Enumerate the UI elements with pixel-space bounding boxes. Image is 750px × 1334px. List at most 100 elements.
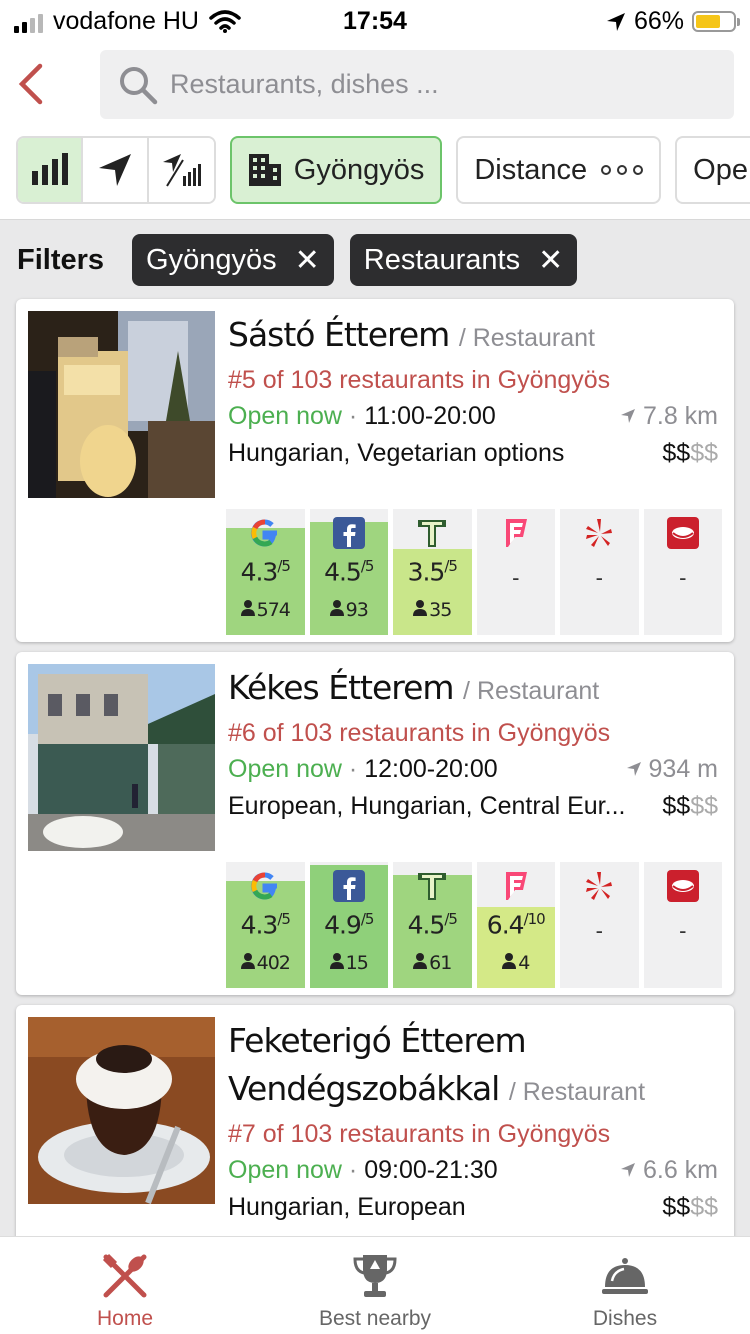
facebook-icon bbox=[332, 870, 365, 902]
rating-cell[interactable]: - bbox=[476, 509, 555, 635]
trophy-icon bbox=[353, 1255, 397, 1297]
rating-cell[interactable]: - bbox=[643, 862, 722, 988]
rating-score: 3.5/5 bbox=[407, 557, 458, 587]
restaurant-photo bbox=[28, 664, 215, 851]
facebook-icon bbox=[332, 517, 365, 549]
rating-score: 4.5/5 bbox=[324, 557, 374, 587]
cuisine: European, Hungarian, Central Eur... bbox=[228, 792, 626, 820]
rating-cell[interactable]: - bbox=[560, 862, 639, 988]
view-mode-segment bbox=[16, 136, 216, 204]
hours-range: 11:00-20:00 bbox=[364, 402, 496, 430]
restaurant-name: Kékes Étterem bbox=[228, 668, 455, 707]
fork-knife-icon bbox=[102, 1253, 147, 1298]
restaurant-rank: #5 of 103 restaurants in Gyöngyös bbox=[228, 366, 611, 394]
back-button[interactable] bbox=[14, 62, 54, 106]
tripadvisor-icon bbox=[416, 870, 448, 902]
restaurant-type: / Restaurant bbox=[463, 677, 600, 705]
rating-cell[interactable]: 3.5/5 35 bbox=[393, 509, 472, 635]
google-icon bbox=[249, 517, 281, 549]
filter-tag-label: Restaurants bbox=[363, 243, 521, 276]
rating-cell[interactable]: 4.9/5 15 bbox=[309, 862, 388, 988]
restaurant-card[interactable]: Sástó Étterem / Restaurant #5 of 103 res… bbox=[16, 299, 734, 642]
rating-cell[interactable]: 4.3/5 402 bbox=[226, 862, 305, 988]
restaurant-type: / Restaurant bbox=[508, 1078, 646, 1106]
filters-label: Filters bbox=[17, 243, 105, 276]
rating-score: 4.5/5 bbox=[407, 910, 458, 940]
location-arrow-icon bbox=[621, 409, 636, 423]
review-count: 93 bbox=[310, 599, 389, 621]
restaurant-name-line2: Vendégszobákkal bbox=[228, 1069, 500, 1108]
cloche-icon bbox=[602, 1258, 648, 1294]
location-arrow-icon bbox=[621, 1163, 636, 1177]
rating-score: 4.9/5 bbox=[324, 910, 374, 940]
city-chip[interactable]: Gyöngyös bbox=[229, 136, 443, 204]
opening-hours: Open now · 11:00-20:00 7.8 km bbox=[228, 402, 718, 430]
price-level: $$$$ bbox=[662, 439, 718, 467]
rating-empty: - bbox=[679, 918, 687, 943]
filter-tag[interactable]: Gyöngyös ✕ bbox=[132, 234, 334, 286]
restaurant-card[interactable]: Kékes Étterem / Restaurant #6 of 103 res… bbox=[16, 652, 734, 995]
sort-chip-label: Distance bbox=[474, 153, 588, 186]
close-icon[interactable]: ✕ bbox=[295, 243, 320, 278]
rating-cell[interactable]: 4.3/5 574 bbox=[226, 509, 305, 635]
opening-hours: Open now · 09:00-21:30 6.6 km bbox=[228, 1156, 718, 1184]
sort-chip[interactable]: Distance bbox=[456, 136, 662, 204]
tab-dishes[interactable]: Dishes bbox=[500, 1237, 750, 1334]
yelp-icon bbox=[583, 870, 615, 902]
review-count: 402 bbox=[226, 952, 305, 974]
open-chip-label: Ope bbox=[693, 153, 748, 186]
close-icon[interactable]: ✕ bbox=[538, 243, 563, 278]
building-icon bbox=[248, 154, 281, 186]
combined-view-button[interactable] bbox=[148, 138, 214, 202]
bars-icon bbox=[31, 153, 68, 185]
rating-cell[interactable]: - bbox=[643, 509, 722, 635]
zomato-icon bbox=[666, 517, 699, 549]
more-options-icon bbox=[601, 165, 644, 175]
distance: 6.6 km bbox=[642, 1156, 718, 1184]
rating-empty: - bbox=[595, 918, 603, 943]
person-icon bbox=[502, 953, 517, 969]
person-icon bbox=[413, 953, 428, 969]
tab-best-nearby[interactable]: Best nearby bbox=[250, 1237, 500, 1334]
zomato-icon bbox=[666, 870, 699, 902]
top-navigation: Restaurants, dishes ... Gyöngyös Distanc… bbox=[0, 42, 750, 220]
restaurant-rank: #7 of 103 restaurants in Gyöngyös bbox=[228, 1120, 611, 1148]
status-bar: vodafone HU 17:54 66% bbox=[0, 0, 750, 42]
cuisine: Hungarian, European bbox=[228, 1193, 466, 1221]
open-chip[interactable]: Ope bbox=[675, 136, 750, 204]
battery-icon bbox=[692, 11, 740, 32]
rating-score: 6.4/10 bbox=[486, 910, 546, 940]
open-status: Open now bbox=[228, 755, 342, 783]
review-count: 61 bbox=[393, 952, 472, 974]
distance: 7.8 km bbox=[642, 402, 718, 430]
restaurant-photo bbox=[28, 1017, 215, 1204]
review-count: 574 bbox=[226, 599, 305, 621]
hours-range: 09:00-21:30 bbox=[364, 1156, 498, 1184]
foursquare-icon bbox=[500, 870, 532, 902]
city-chip-label: Gyöngyös bbox=[293, 153, 425, 186]
rating-cell[interactable]: - bbox=[560, 509, 639, 635]
chevron-left-icon bbox=[18, 63, 43, 105]
location-arrow-icon bbox=[606, 12, 625, 31]
rating-cell[interactable]: 4.5/5 93 bbox=[309, 509, 389, 635]
person-icon bbox=[329, 600, 344, 616]
restaurant-card[interactable]: Feketerigó Étterem Vendégszobákkal / Res… bbox=[16, 1005, 734, 1265]
review-count: 35 bbox=[393, 599, 472, 621]
restaurant-name: Sástó Étterem bbox=[228, 315, 450, 354]
person-icon bbox=[240, 953, 255, 969]
yelp-icon bbox=[583, 517, 615, 549]
tripadvisor-icon bbox=[416, 517, 448, 549]
filter-tag[interactable]: Restaurants ✕ bbox=[349, 234, 578, 286]
rating-cell[interactable]: 4.5/5 61 bbox=[393, 862, 472, 988]
search-input[interactable]: Restaurants, dishes ... bbox=[100, 50, 734, 119]
ratings-view-button[interactable] bbox=[18, 138, 84, 202]
google-icon bbox=[249, 870, 281, 902]
foursquare-icon bbox=[500, 517, 532, 549]
rating-empty: - bbox=[512, 565, 520, 590]
person-icon bbox=[413, 600, 428, 616]
rating-score: 4.3/5 bbox=[240, 557, 291, 587]
filter-tag-label: Gyöngyös bbox=[146, 243, 277, 276]
tab-home[interactable]: Home bbox=[0, 1237, 250, 1334]
rating-cell[interactable]: 6.4/10 4 bbox=[476, 862, 555, 988]
distance-view-button[interactable] bbox=[83, 138, 149, 202]
